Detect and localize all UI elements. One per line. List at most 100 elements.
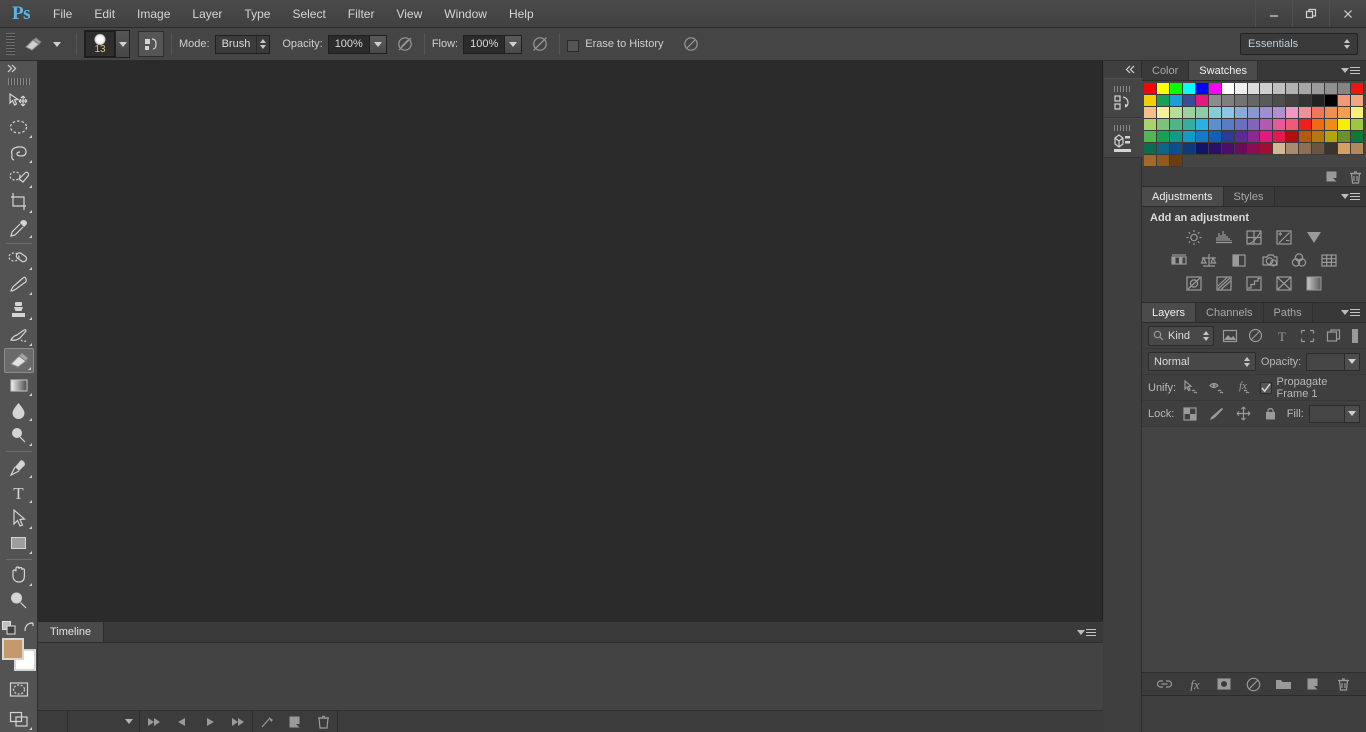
delete-layer-icon[interactable] [1333,674,1353,694]
color-swatch[interactable] [1169,143,1183,155]
color-swatch[interactable] [1312,95,1326,107]
color-swatch[interactable] [1325,95,1339,107]
layer-fill-input[interactable] [1308,404,1361,423]
adjustments-panel-menu-icon[interactable] [1341,187,1366,206]
brightness-contrast-adjustment-icon[interactable] [1183,227,1206,247]
lasso-tool[interactable] [4,140,34,165]
airbrush-icon[interactable] [528,32,552,56]
filter-type-layers-icon[interactable]: T [1271,325,1292,347]
color-swatch[interactable] [1247,83,1261,95]
color-swatch[interactable] [1312,119,1326,131]
color-swatch[interactable] [1234,119,1248,131]
layers-list[interactable] [1142,427,1366,672]
crop-tool[interactable] [4,190,34,215]
color-swatch[interactable] [1144,143,1157,155]
lock-all-icon[interactable] [1260,403,1282,425]
duplicate-frame-button[interactable] [281,711,309,732]
color-swatch[interactable] [1351,119,1364,131]
threshold-adjustment-icon[interactable] [1243,273,1266,293]
trash-icon[interactable] [1349,170,1362,184]
blend-mode-stepper-icon[interactable] [1243,356,1250,367]
link-layers-icon[interactable] [1155,674,1175,694]
layer-opacity-input[interactable] [1306,352,1360,371]
color-swatch[interactable] [1195,143,1209,155]
default-colors-icon[interactable] [1,620,16,635]
color-swatch[interactable] [1156,155,1170,167]
black-white-adjustment-icon[interactable] [1228,250,1251,270]
move-tool[interactable] [4,89,34,114]
color-swatch[interactable] [1299,83,1313,95]
color-swatch[interactable] [1234,143,1248,155]
options-bar-grip[interactable] [6,33,15,55]
color-swatch[interactable] [1182,143,1196,155]
color-swatch[interactable] [1325,143,1339,155]
menu-filter[interactable]: Filter [337,0,386,28]
exposure-adjustment-icon[interactable] [1273,227,1296,247]
color-swatch[interactable] [1351,83,1364,95]
color-swatch[interactable] [1273,119,1287,131]
color-swatch[interactable] [1338,95,1352,107]
zoom-tool[interactable] [4,588,34,613]
properties-panel-button[interactable] [1103,118,1142,158]
color-swatch[interactable] [1234,95,1248,107]
color-swatch[interactable] [1325,119,1339,131]
hue-saturation-adjustment-icon[interactable] [1168,250,1191,270]
color-swatch[interactable] [1144,155,1157,167]
timeline-panel-menu-icon[interactable] [1077,622,1103,642]
elliptical-marquee-tool[interactable] [4,114,34,139]
menu-view[interactable]: View [385,0,433,28]
type-tool[interactable]: T [4,480,34,505]
color-swatch[interactable] [1299,131,1313,143]
rectangle-tool[interactable] [4,531,34,556]
brush-size-picker[interactable]: 13 [84,30,130,58]
color-swatch[interactable] [1351,107,1364,119]
color-swatch[interactable] [1208,95,1222,107]
layers-panel-menu-icon[interactable] [1341,303,1366,322]
color-swatch[interactable] [1299,95,1313,107]
new-swatch-icon[interactable] [1325,170,1339,183]
tab-timeline[interactable]: Timeline [38,622,105,642]
color-swatch[interactable] [1338,83,1352,95]
gradient-map-adjustment-icon[interactable] [1303,273,1326,293]
close-button[interactable] [1329,0,1366,27]
opacity-input[interactable]: 100% [327,34,387,54]
color-swatch[interactable] [1234,107,1248,119]
color-swatch[interactable] [1273,83,1287,95]
color-swatch[interactable] [1208,143,1222,155]
menu-layer[interactable]: Layer [181,0,233,28]
photo-filter-adjustment-icon[interactable] [1258,250,1281,270]
lock-position-icon[interactable] [1233,403,1255,425]
color-swatch[interactable] [1325,131,1339,143]
color-swatch[interactable] [1169,95,1183,107]
color-swatch[interactable] [1260,95,1274,107]
color-swatch[interactable] [1312,83,1326,95]
filter-adjustment-layers-icon[interactable] [1245,325,1266,347]
color-swatch[interactable] [1208,131,1222,143]
clone-stamp-tool[interactable] [4,297,34,322]
color-swatch[interactable] [1169,131,1183,143]
toolbar-grip[interactable] [7,78,30,86]
swatches-grid[interactable] [1144,83,1364,167]
toolbar-collapse-left-icon[interactable] [0,61,38,76]
color-swatch[interactable] [1325,107,1339,119]
color-swatch[interactable] [1221,107,1235,119]
color-swatch[interactable] [1338,131,1352,143]
color-swatch[interactable] [1195,131,1209,143]
color-swatch[interactable] [1156,95,1170,107]
color-swatch[interactable] [1221,131,1235,143]
color-swatch[interactable] [1195,119,1209,131]
color-swatch[interactable] [1169,119,1183,131]
healing-brush-tool[interactable] [4,247,34,272]
blend-mode-select[interactable]: Normal [1148,352,1256,371]
color-swatch[interactable] [1247,95,1261,107]
tab-paths[interactable]: Paths [1263,303,1313,322]
add-layer-mask-icon[interactable] [1214,674,1234,694]
color-swatch[interactable] [1208,119,1222,131]
history-panel-button[interactable] [1103,78,1142,118]
swap-colors-icon[interactable] [23,621,36,634]
color-swatch[interactable] [1182,83,1196,95]
pressure-size-icon[interactable] [679,32,703,56]
opacity-chevron-down-icon[interactable] [368,35,386,53]
color-swatch[interactable] [1312,143,1326,155]
color-swatch[interactable] [1247,119,1261,131]
